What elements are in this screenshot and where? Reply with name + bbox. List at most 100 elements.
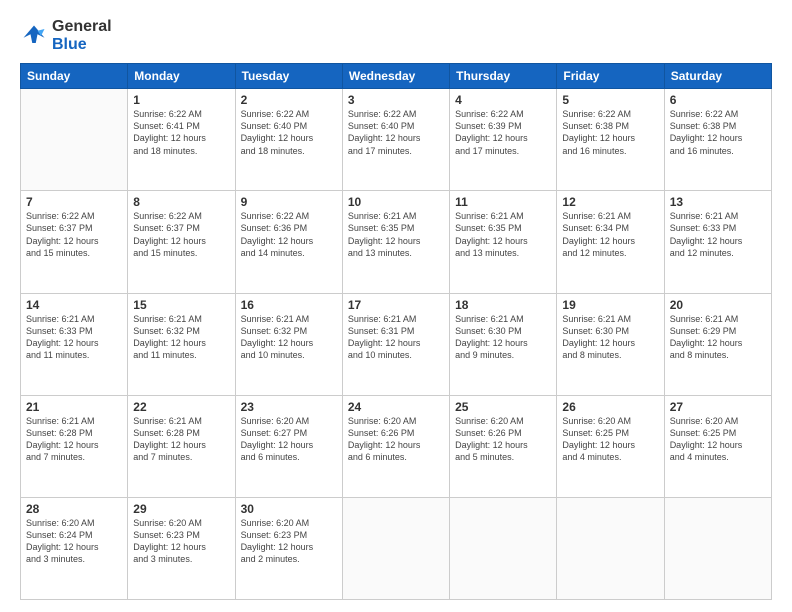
calendar-cell: 3Sunrise: 6:22 AM Sunset: 6:40 PM Daylig… xyxy=(342,89,449,191)
day-number: 23 xyxy=(241,400,337,414)
calendar-cell: 11Sunrise: 6:21 AM Sunset: 6:35 PM Dayli… xyxy=(450,191,557,293)
calendar-cell: 4Sunrise: 6:22 AM Sunset: 6:39 PM Daylig… xyxy=(450,89,557,191)
day-info: Sunrise: 6:20 AM Sunset: 6:26 PM Dayligh… xyxy=(348,415,444,464)
calendar-cell: 9Sunrise: 6:22 AM Sunset: 6:36 PM Daylig… xyxy=(235,191,342,293)
logo-icon xyxy=(20,22,48,50)
day-number: 12 xyxy=(562,195,658,209)
calendar-cell: 7Sunrise: 6:22 AM Sunset: 6:37 PM Daylig… xyxy=(21,191,128,293)
calendar-cell xyxy=(21,89,128,191)
day-number: 4 xyxy=(455,93,551,107)
day-info: Sunrise: 6:22 AM Sunset: 6:36 PM Dayligh… xyxy=(241,210,337,259)
day-info: Sunrise: 6:20 AM Sunset: 6:23 PM Dayligh… xyxy=(241,517,337,566)
day-number: 30 xyxy=(241,502,337,516)
col-saturday: Saturday xyxy=(664,64,771,89)
calendar-cell xyxy=(450,497,557,599)
col-monday: Monday xyxy=(128,64,235,89)
calendar-week-0: 1Sunrise: 6:22 AM Sunset: 6:41 PM Daylig… xyxy=(21,89,772,191)
day-number: 17 xyxy=(348,298,444,312)
day-info: Sunrise: 6:21 AM Sunset: 6:35 PM Dayligh… xyxy=(348,210,444,259)
day-number: 21 xyxy=(26,400,122,414)
day-number: 11 xyxy=(455,195,551,209)
calendar-cell: 15Sunrise: 6:21 AM Sunset: 6:32 PM Dayli… xyxy=(128,293,235,395)
day-info: Sunrise: 6:22 AM Sunset: 6:40 PM Dayligh… xyxy=(241,108,337,157)
calendar-header: Sunday Monday Tuesday Wednesday Thursday… xyxy=(21,64,772,89)
day-info: Sunrise: 6:20 AM Sunset: 6:25 PM Dayligh… xyxy=(562,415,658,464)
day-number: 20 xyxy=(670,298,766,312)
calendar-cell: 6Sunrise: 6:22 AM Sunset: 6:38 PM Daylig… xyxy=(664,89,771,191)
day-number: 25 xyxy=(455,400,551,414)
calendar-cell: 29Sunrise: 6:20 AM Sunset: 6:23 PM Dayli… xyxy=(128,497,235,599)
col-wednesday: Wednesday xyxy=(342,64,449,89)
day-info: Sunrise: 6:21 AM Sunset: 6:32 PM Dayligh… xyxy=(241,313,337,362)
calendar-cell: 25Sunrise: 6:20 AM Sunset: 6:26 PM Dayli… xyxy=(450,395,557,497)
day-info: Sunrise: 6:21 AM Sunset: 6:34 PM Dayligh… xyxy=(562,210,658,259)
calendar-week-4: 28Sunrise: 6:20 AM Sunset: 6:24 PM Dayli… xyxy=(21,497,772,599)
day-info: Sunrise: 6:21 AM Sunset: 6:30 PM Dayligh… xyxy=(455,313,551,362)
day-number: 18 xyxy=(455,298,551,312)
calendar-cell: 30Sunrise: 6:20 AM Sunset: 6:23 PM Dayli… xyxy=(235,497,342,599)
day-number: 10 xyxy=(348,195,444,209)
calendar-cell: 5Sunrise: 6:22 AM Sunset: 6:38 PM Daylig… xyxy=(557,89,664,191)
day-number: 13 xyxy=(670,195,766,209)
day-number: 6 xyxy=(670,93,766,107)
day-info: Sunrise: 6:20 AM Sunset: 6:23 PM Dayligh… xyxy=(133,517,229,566)
day-number: 15 xyxy=(133,298,229,312)
calendar-cell: 17Sunrise: 6:21 AM Sunset: 6:31 PM Dayli… xyxy=(342,293,449,395)
calendar-cell: 14Sunrise: 6:21 AM Sunset: 6:33 PM Dayli… xyxy=(21,293,128,395)
col-thursday: Thursday xyxy=(450,64,557,89)
day-number: 22 xyxy=(133,400,229,414)
day-info: Sunrise: 6:21 AM Sunset: 6:30 PM Dayligh… xyxy=(562,313,658,362)
day-info: Sunrise: 6:21 AM Sunset: 6:29 PM Dayligh… xyxy=(670,313,766,362)
logo: General Blue xyxy=(20,18,112,53)
calendar-cell: 23Sunrise: 6:20 AM Sunset: 6:27 PM Dayli… xyxy=(235,395,342,497)
day-number: 27 xyxy=(670,400,766,414)
header: General Blue xyxy=(20,18,772,53)
logo-text: General Blue xyxy=(52,18,112,53)
day-number: 26 xyxy=(562,400,658,414)
page: General Blue Sunday Monday Tuesday Wedne… xyxy=(0,0,792,612)
day-info: Sunrise: 6:20 AM Sunset: 6:24 PM Dayligh… xyxy=(26,517,122,566)
day-number: 28 xyxy=(26,502,122,516)
calendar-cell: 20Sunrise: 6:21 AM Sunset: 6:29 PM Dayli… xyxy=(664,293,771,395)
day-info: Sunrise: 6:20 AM Sunset: 6:26 PM Dayligh… xyxy=(455,415,551,464)
day-number: 7 xyxy=(26,195,122,209)
calendar-cell xyxy=(664,497,771,599)
day-number: 14 xyxy=(26,298,122,312)
calendar-cell: 24Sunrise: 6:20 AM Sunset: 6:26 PM Dayli… xyxy=(342,395,449,497)
calendar-cell: 8Sunrise: 6:22 AM Sunset: 6:37 PM Daylig… xyxy=(128,191,235,293)
col-tuesday: Tuesday xyxy=(235,64,342,89)
day-number: 29 xyxy=(133,502,229,516)
calendar-cell xyxy=(557,497,664,599)
col-friday: Friday xyxy=(557,64,664,89)
calendar-cell: 1Sunrise: 6:22 AM Sunset: 6:41 PM Daylig… xyxy=(128,89,235,191)
day-number: 19 xyxy=(562,298,658,312)
day-info: Sunrise: 6:22 AM Sunset: 6:37 PM Dayligh… xyxy=(133,210,229,259)
calendar-week-3: 21Sunrise: 6:21 AM Sunset: 6:28 PM Dayli… xyxy=(21,395,772,497)
calendar-cell: 13Sunrise: 6:21 AM Sunset: 6:33 PM Dayli… xyxy=(664,191,771,293)
day-info: Sunrise: 6:21 AM Sunset: 6:33 PM Dayligh… xyxy=(670,210,766,259)
day-number: 24 xyxy=(348,400,444,414)
day-info: Sunrise: 6:21 AM Sunset: 6:28 PM Dayligh… xyxy=(133,415,229,464)
day-info: Sunrise: 6:21 AM Sunset: 6:35 PM Dayligh… xyxy=(455,210,551,259)
day-number: 16 xyxy=(241,298,337,312)
day-number: 2 xyxy=(241,93,337,107)
day-info: Sunrise: 6:21 AM Sunset: 6:28 PM Dayligh… xyxy=(26,415,122,464)
day-number: 5 xyxy=(562,93,658,107)
calendar-cell xyxy=(342,497,449,599)
calendar-cell: 27Sunrise: 6:20 AM Sunset: 6:25 PM Dayli… xyxy=(664,395,771,497)
calendar-week-2: 14Sunrise: 6:21 AM Sunset: 6:33 PM Dayli… xyxy=(21,293,772,395)
day-info: Sunrise: 6:22 AM Sunset: 6:37 PM Dayligh… xyxy=(26,210,122,259)
day-info: Sunrise: 6:20 AM Sunset: 6:25 PM Dayligh… xyxy=(670,415,766,464)
day-info: Sunrise: 6:22 AM Sunset: 6:38 PM Dayligh… xyxy=(562,108,658,157)
day-info: Sunrise: 6:21 AM Sunset: 6:32 PM Dayligh… xyxy=(133,313,229,362)
header-row: Sunday Monday Tuesday Wednesday Thursday… xyxy=(21,64,772,89)
day-number: 3 xyxy=(348,93,444,107)
calendar-cell: 2Sunrise: 6:22 AM Sunset: 6:40 PM Daylig… xyxy=(235,89,342,191)
calendar-cell: 26Sunrise: 6:20 AM Sunset: 6:25 PM Dayli… xyxy=(557,395,664,497)
calendar-week-1: 7Sunrise: 6:22 AM Sunset: 6:37 PM Daylig… xyxy=(21,191,772,293)
day-number: 1 xyxy=(133,93,229,107)
day-info: Sunrise: 6:21 AM Sunset: 6:31 PM Dayligh… xyxy=(348,313,444,362)
day-info: Sunrise: 6:22 AM Sunset: 6:40 PM Dayligh… xyxy=(348,108,444,157)
day-info: Sunrise: 6:22 AM Sunset: 6:38 PM Dayligh… xyxy=(670,108,766,157)
calendar-cell: 19Sunrise: 6:21 AM Sunset: 6:30 PM Dayli… xyxy=(557,293,664,395)
